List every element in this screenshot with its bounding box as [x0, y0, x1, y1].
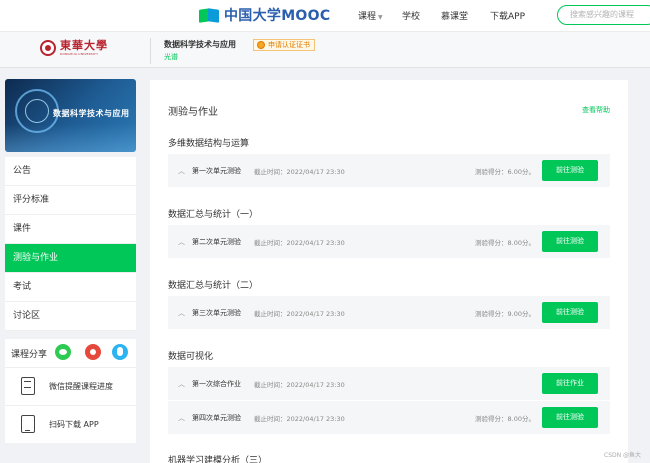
assignment-name: 第二次单元测验: [192, 238, 241, 246]
wechat-icon[interactable]: [55, 344, 71, 360]
section-title: 机器学习建模分析（三）: [168, 456, 268, 463]
assignment-score: 测验得分：6.00分。: [475, 168, 535, 176]
sidebar-item-courseware[interactable]: 课件: [5, 215, 136, 244]
cover-title: 数据科学技术与应用: [53, 109, 130, 118]
cover-ring-inner-graphic: [25, 99, 49, 123]
nav-courses[interactable]: 课程 ▼: [358, 9, 383, 22]
header-divider: [150, 38, 151, 64]
section-title: 数据汇总与统计（二）: [168, 281, 259, 291]
course-title: 数据科学技术与应用: [164, 40, 236, 49]
page-title: 测验与作业: [168, 107, 218, 118]
sidebar-item-quizzes[interactable]: 测验与作业: [5, 244, 136, 273]
assignment-deadline: 截止时间：2022/04/17 23:30: [254, 168, 345, 176]
sidebar-item-announcements[interactable]: 公告: [5, 157, 136, 186]
cover-glow: [5, 124, 136, 152]
university-seal-icon: [40, 40, 56, 56]
sidebar-item-exams[interactable]: 考试: [5, 273, 136, 302]
weibo-icon[interactable]: [85, 344, 101, 360]
nav-download-app[interactable]: 下载APP: [490, 9, 525, 22]
apply-certificate-button[interactable]: 申请认证证书: [253, 39, 315, 51]
course-cover: 数据科学技术与应用: [5, 79, 136, 152]
course-term[interactable]: 光谱: [164, 52, 178, 62]
site-logo[interactable]: 中国大学MOOC: [199, 6, 330, 24]
assignment-deadline: 截止时间：2022/04/17 23:30: [254, 381, 345, 389]
nav-schools[interactable]: 学校: [402, 9, 420, 22]
section-title: 数据可视化: [168, 352, 214, 362]
university-name-en: DONGHUA UNIVERSITY: [60, 52, 99, 56]
go-to-quiz-button[interactable]: 前往测验: [542, 302, 598, 323]
sidebar-menu: 公告 评分标准 课件 测验与作业 考试 讨论区: [5, 157, 136, 331]
search-input[interactable]: 搜索感兴趣的课程: [557, 5, 650, 25]
reminder-doc-icon: [21, 377, 35, 395]
university-logo[interactable]: 東華大學 DONGHUA UNIVERSITY: [40, 40, 108, 56]
tablet-icon: [21, 415, 35, 433]
assignment-row: ︿ 第三次单元测验 截止时间：2022/04/17 23:30 测验得分：9.0…: [168, 296, 610, 329]
collapse-chevron-icon[interactable]: ︿: [178, 166, 185, 176]
download-app-label: 扫码下载 APP: [49, 420, 99, 429]
assignment-row: ︿ 第四次单元测验 截止时间：2022/04/17 23:30 测验得分：8.0…: [168, 401, 610, 434]
assignment-deadline: 截止时间：2022/04/17 23:30: [254, 415, 345, 423]
assignment-row: ︿ 第一次单元测验 截止时间：2022/04/17 23:30 测验得分：6.0…: [168, 154, 610, 187]
collapse-chevron-icon[interactable]: ︿: [178, 379, 185, 389]
share-label: 课程分享: [11, 350, 48, 360]
help-link[interactable]: 查看帮助: [582, 105, 610, 115]
go-to-quiz-button[interactable]: 前往测验: [542, 407, 598, 428]
section-title: 数据汇总与统计（一）: [168, 210, 259, 220]
course-header: 東華大學 DONGHUA UNIVERSITY 数据科学技术与应用 光谱 申请认…: [0, 31, 650, 68]
chevron-down-icon: ▼: [378, 14, 383, 21]
site-logo-text: 中国大学MOOC: [224, 8, 331, 24]
assignment-score: 测验得分：8.00分。: [475, 239, 535, 247]
apply-certificate-label: 申请认证证书: [268, 41, 310, 49]
book-logo-icon: [199, 8, 219, 23]
university-name: 東華大學: [60, 39, 108, 52]
go-to-homework-button[interactable]: 前往作业: [542, 373, 598, 394]
wechat-reminder[interactable]: 微信提醒课程进度: [5, 367, 136, 405]
quizzes-panel: 测验与作业 查看帮助 多维数据结构与运算 ︿ 第一次单元测验 截止时间：2022…: [150, 80, 628, 463]
qq-icon[interactable]: [112, 344, 128, 360]
assignment-name: 第一次综合作业: [192, 380, 241, 388]
collapse-chevron-icon[interactable]: ︿: [178, 237, 185, 247]
sidebar: 数据科学技术与应用 公告 评分标准 课件 测验与作业 考试 讨论区 课程分享 微…: [5, 79, 136, 443]
assignment-deadline: 截止时间：2022/04/17 23:30: [254, 239, 345, 247]
course-share: 课程分享: [5, 339, 136, 367]
sidebar-item-discussion[interactable]: 讨论区: [5, 302, 136, 331]
assignment-score: 测验得分：9.00分。: [475, 310, 535, 318]
assignment-name: 第一次单元测验: [192, 167, 241, 175]
watermark: CSDN @鱼大: [604, 452, 642, 459]
assignment-score: 测验得分：8.00分。: [475, 415, 535, 423]
collapse-chevron-icon[interactable]: ︿: [178, 413, 185, 423]
download-app-tool[interactable]: 扫码下载 APP: [5, 405, 136, 443]
nav-courses-label: 课程: [358, 12, 377, 22]
collapse-chevron-icon[interactable]: ︿: [178, 308, 185, 318]
assignment-row: ︿ 第一次综合作业 截止时间：2022/04/17 23:30 前往作业: [168, 367, 610, 400]
nav-classroom[interactable]: 慕课堂: [441, 9, 468, 22]
assignment-name: 第四次单元测验: [192, 414, 241, 422]
section-title: 多维数据结构与运算: [168, 139, 250, 149]
assignment-name: 第三次单元测验: [192, 309, 241, 317]
top-nav: 中国大学MOOC 课程 ▼ 学校 慕课堂 下载APP 搜索感兴趣的课程: [0, 0, 650, 31]
go-to-quiz-button[interactable]: 前往测验: [542, 231, 598, 252]
sidebar-item-grading[interactable]: 评分标准: [5, 186, 136, 215]
go-to-quiz-button[interactable]: 前往测验: [542, 160, 598, 181]
assignment-deadline: 截止时间：2022/04/17 23:30: [254, 310, 345, 318]
wechat-reminder-label: 微信提醒课程进度: [49, 382, 113, 391]
assignment-row: ︿ 第二次单元测验 截止时间：2022/04/17 23:30 测验得分：8.0…: [168, 225, 610, 258]
medal-icon: [257, 41, 265, 49]
